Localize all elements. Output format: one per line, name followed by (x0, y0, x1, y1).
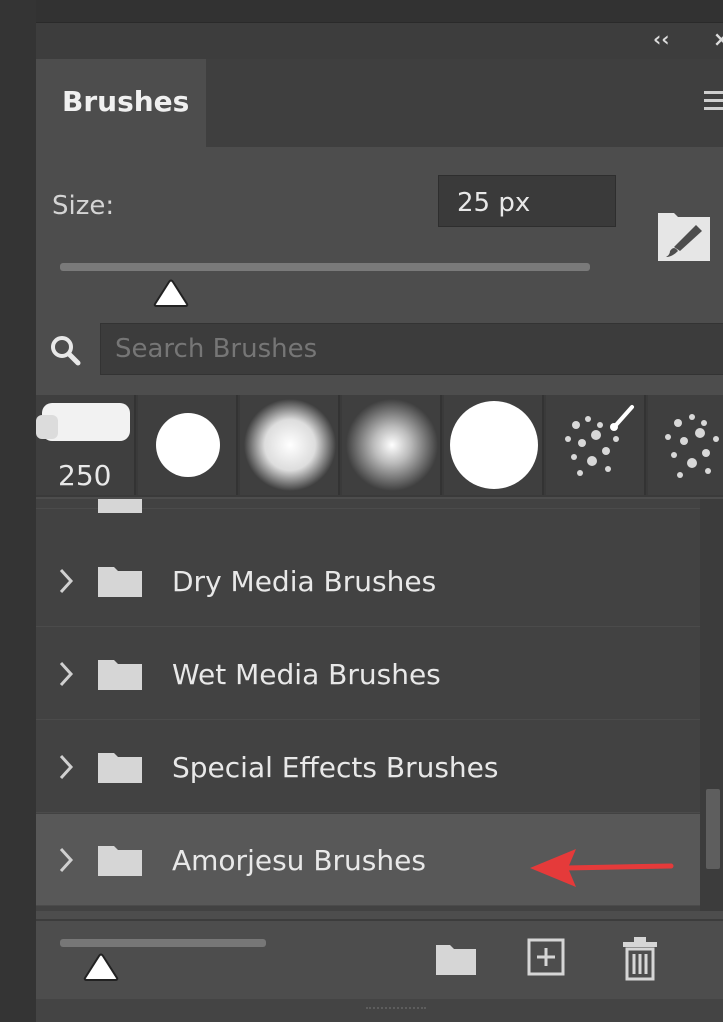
chevron-right-icon[interactable] (58, 846, 74, 874)
new-group-icon[interactable] (434, 941, 478, 977)
size-slider-thumb[interactable] (151, 277, 191, 307)
folder-row[interactable]: Dry Media Brushes (36, 535, 700, 627)
tab-brushes[interactable]: Brushes (36, 59, 206, 147)
preset-size-label: 250 (58, 459, 112, 492)
folder-row[interactable]: Wet Media Brushes (36, 628, 700, 720)
folder-icon (98, 567, 142, 597)
collapse-panels-button[interactable]: ‹‹ (653, 27, 669, 51)
hard-round-large-brush-icon (450, 401, 538, 489)
panel-menu-icon[interactable] (704, 91, 723, 111)
folder-icon (98, 499, 142, 513)
panel-titlebar: ‹‹ × (36, 23, 723, 59)
preset-kyle-texture[interactable] (546, 395, 646, 495)
chalk-brush-stroke-icon (36, 403, 130, 441)
chevron-right-icon[interactable] (58, 660, 74, 688)
window-top-strip (0, 0, 723, 24)
preset-hard-round-large[interactable] (444, 395, 544, 495)
trash-icon[interactable] (621, 935, 659, 981)
size-label: Size: (52, 191, 115, 221)
scrollbar-thumb[interactable] (706, 789, 720, 869)
search-input[interactable] (100, 323, 723, 375)
size-field[interactable]: 25 px (438, 175, 616, 227)
hard-round-brush-icon (156, 413, 220, 477)
brush-settings-icon[interactable] (656, 207, 712, 263)
panel-tab-bar: Brushes (36, 59, 723, 147)
texture-brush-icon (665, 414, 719, 478)
panel-bottom-bar (36, 919, 723, 999)
folder-label: Special Effects Brushes (172, 751, 499, 784)
preset-soft-round-large[interactable] (342, 395, 442, 495)
annotation-arrow-icon (530, 849, 674, 887)
list-item[interactable] (36, 499, 700, 513)
soft-round-brush-icon (244, 399, 336, 491)
preset-hard-round[interactable] (138, 395, 238, 495)
close-panel-button[interactable]: × (713, 27, 723, 51)
left-gutter (0, 0, 36, 1022)
list-scrollbar[interactable] (700, 499, 723, 911)
tab-brushes-label: Brushes (62, 85, 190, 118)
folder-label: Amorjesu Brushes (172, 844, 426, 877)
thumbnail-size-slider-thumb[interactable] (81, 951, 121, 981)
folder-icon (98, 660, 142, 690)
folder-label: Dry Media Brushes (172, 565, 437, 598)
soft-round-large-brush-icon (346, 399, 438, 491)
new-brush-icon[interactable] (526, 937, 566, 977)
search-icon (51, 336, 81, 366)
folder-row[interactable]: Special Effects Brushes (36, 721, 700, 813)
panel-resize-grip[interactable] (36, 999, 723, 1022)
texture-brush-icon (565, 405, 634, 476)
chevron-right-icon[interactable] (58, 567, 74, 595)
preset-kyle-texture-2[interactable] (648, 395, 723, 495)
preset-soft-round[interactable] (240, 395, 340, 495)
preset-chalk[interactable]: 250 (36, 395, 136, 495)
folder-label: Wet Media Brushes (172, 658, 441, 691)
brushes-panel: ‹‹ × Brushes Size: 25 px 250 (36, 22, 723, 1022)
folder-icon (98, 753, 142, 783)
chevron-right-icon[interactable] (58, 753, 74, 781)
brush-presets-strip: 250 (36, 395, 723, 497)
folder-icon (98, 846, 142, 876)
thumbnail-size-slider[interactable] (60, 939, 266, 947)
size-slider[interactable] (60, 263, 590, 271)
